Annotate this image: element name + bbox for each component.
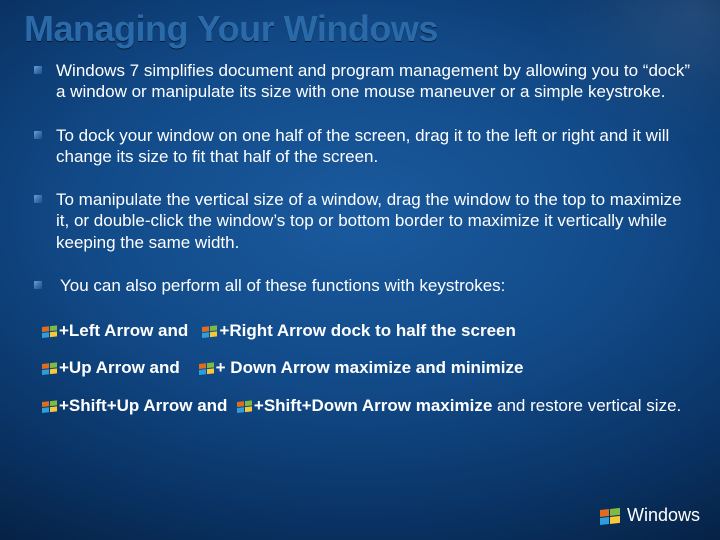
windows-logo-icon — [600, 506, 622, 526]
bullet-item: You can also perform all of these functi… — [32, 275, 692, 296]
keystroke-row: +Up Arrow and + Down Arrow maximize and … — [42, 357, 696, 378]
bullet-item: To dock your window on one half of the s… — [32, 125, 692, 168]
keystroke-text: +Right Arrow dock to half the screen — [219, 321, 515, 340]
keystroke-text: + Down Arrow maximize and minimize — [216, 358, 524, 377]
footer-logo: Windows — [600, 505, 700, 526]
keystroke-list: +Left Arrow and +Right Arrow dock to hal… — [24, 318, 696, 416]
slide: Managing Your Windows Windows 7 simplifi… — [0, 0, 720, 540]
windows-key-icon — [237, 399, 253, 413]
keystroke-row: +Left Arrow and +Right Arrow dock to hal… — [42, 320, 696, 341]
windows-key-icon — [202, 324, 218, 338]
footer-product-name: Windows — [627, 505, 700, 526]
windows-key-icon — [42, 399, 58, 413]
windows-key-icon — [42, 324, 58, 338]
keystroke-row: +Shift+Up Arrow and +Shift+Down Arrow ma… — [42, 395, 696, 416]
keystroke-text-tail: and restore vertical size. — [492, 396, 681, 415]
bullet-item: Windows 7 simplifies document and progra… — [32, 60, 692, 103]
keystroke-text: +Up Arrow and — [59, 358, 180, 377]
bullet-item: To manipulate the vertical size of a win… — [32, 189, 692, 253]
slide-title: Managing Your Windows — [24, 8, 696, 50]
keystroke-text: +Left Arrow and — [59, 321, 188, 340]
windows-key-icon — [42, 361, 58, 375]
bullet-list: Windows 7 simplifies document and progra… — [24, 60, 696, 296]
windows-key-icon — [199, 361, 215, 375]
keystroke-text: +Shift+Down Arrow maximize — [254, 396, 492, 415]
keystroke-text: +Shift+Up Arrow and — [59, 396, 227, 415]
